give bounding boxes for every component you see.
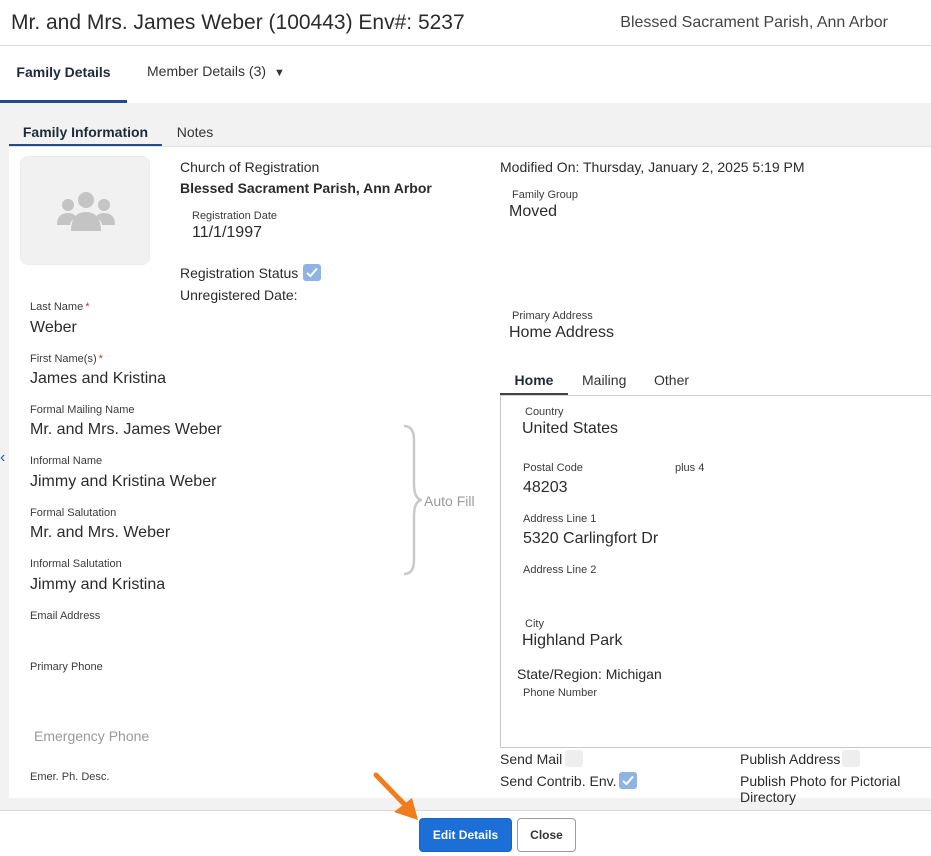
arrow-icon xyxy=(373,772,418,820)
first-names-value: James and Kristina xyxy=(30,370,167,387)
chevron-down-icon: ▼ xyxy=(274,67,285,79)
parish-name: Blessed Sacrament Parish, Ann Arbor xyxy=(620,14,888,31)
modal-header: Mr. and Mrs. James Weber (100443) Env#: … xyxy=(0,0,931,46)
formal-mailing-name-label: Formal Mailing Name xyxy=(30,404,135,416)
formal-salutation-value: Mr. and Mrs. Weber xyxy=(30,524,171,541)
informal-salutation-value: Jimmy and Kristina xyxy=(30,576,166,593)
send-mail-checkbox[interactable] xyxy=(565,750,583,767)
email-address-label: Email Address xyxy=(30,610,101,622)
publish-address-label: Publish Address xyxy=(740,751,841,767)
church-of-registration-value: Blessed Sacrament Parish, Ann Arbor xyxy=(180,180,432,196)
address-line1-value: 5320 Carlingfort Dr xyxy=(523,530,659,547)
last-name-label: Last Name * xyxy=(30,301,90,313)
check-icon xyxy=(306,267,318,278)
country-label: Country xyxy=(525,406,564,418)
edit-details-button[interactable]: Edit Details xyxy=(419,818,512,852)
state-region: State/Region: Michigan xyxy=(517,666,662,682)
city-label: City xyxy=(525,618,544,630)
informal-name-label: Informal Name xyxy=(30,455,103,467)
tab-member-details-label: Member Details (3) xyxy=(147,63,267,79)
send-contrib-env-label: Send Contrib. Env. xyxy=(500,773,617,789)
tab-family-information[interactable]: Family Information xyxy=(9,116,162,147)
family-photo[interactable] xyxy=(20,156,150,265)
chevron-left-icon[interactable]: ‹ xyxy=(0,449,5,467)
modified-on: Modified On: Thursday, January 2, 2025 5… xyxy=(500,159,805,175)
tab-family-information-label: Family Information xyxy=(22,124,149,140)
tab-home[interactable]: Home xyxy=(500,366,568,396)
phone-number-label: Phone Number xyxy=(523,687,597,699)
registration-status-checkbox[interactable] xyxy=(303,264,321,281)
emergency-phone-label: Emergency Phone xyxy=(34,728,150,744)
registration-date-label: Registration Date xyxy=(192,210,277,222)
informal-name-value: Jimmy and Kristina Weber xyxy=(30,473,217,490)
auto-fill-label[interactable]: Auto Fill xyxy=(424,493,475,509)
first-names-label: First Name(s) * xyxy=(30,353,103,365)
plus4-label: plus 4 xyxy=(675,462,705,474)
registration-date-value: 11/1/1997 xyxy=(192,224,262,241)
country-value: United States xyxy=(522,420,619,437)
tab-notes[interactable]: Notes xyxy=(162,116,228,147)
check-icon xyxy=(622,775,634,786)
postal-code-label: Postal Code xyxy=(523,462,583,474)
unregistered-date-label: Unregistered Date: xyxy=(180,287,298,303)
group-icon xyxy=(57,192,115,231)
registration-status-label: Registration Status xyxy=(180,265,299,281)
formal-mailing-name-value: Mr. and Mrs. James Weber xyxy=(30,421,222,438)
family-title: Mr. and Mrs. James Weber (100443) Env#: … xyxy=(11,11,465,34)
primary-address-label: Primary Address xyxy=(512,310,593,322)
postal-code-value: 48203 xyxy=(523,479,568,496)
last-name-value: Weber xyxy=(30,319,77,336)
tab-notes-label: Notes xyxy=(176,124,214,140)
informal-salutation-label: Informal Salutation xyxy=(30,558,122,570)
close-button[interactable]: Close xyxy=(517,818,576,852)
primary-address-value: Home Address xyxy=(509,324,614,341)
send-mail-label: Send Mail xyxy=(500,751,563,767)
primary-phone-label: Primary Phone xyxy=(30,661,103,673)
address-line1-label: Address Line 1 xyxy=(523,513,597,525)
main-tabs: Family Details Member Details (3) ▼ xyxy=(0,46,931,103)
send-contrib-env-checkbox[interactable] xyxy=(619,772,637,789)
tab-other[interactable]: Other xyxy=(654,366,689,396)
tab-mailing[interactable]: Mailing xyxy=(582,366,626,396)
address-tabs: Home Mailing Other xyxy=(500,366,931,396)
publish-photo-label: Publish Photo for Pictorial Directory xyxy=(740,773,901,805)
city-value: Highland Park xyxy=(522,632,623,649)
publish-address-checkbox[interactable] xyxy=(842,750,860,767)
formal-salutation-label: Formal Salutation xyxy=(30,507,117,519)
brace-icon xyxy=(403,424,422,576)
address-line2-label: Address Line 2 xyxy=(523,564,597,576)
emer-ph-desc-label: Emer. Ph. Desc. xyxy=(30,771,110,783)
tab-family-details-label: Family Details xyxy=(16,64,111,80)
tab-family-details[interactable]: Family Details xyxy=(0,46,127,103)
church-of-registration-label: Church of Registration xyxy=(180,159,320,175)
family-group-value: Moved xyxy=(509,203,558,220)
family-group-label: Family Group xyxy=(512,189,579,201)
tab-member-details[interactable]: Member Details (3) ▼ xyxy=(147,46,285,103)
